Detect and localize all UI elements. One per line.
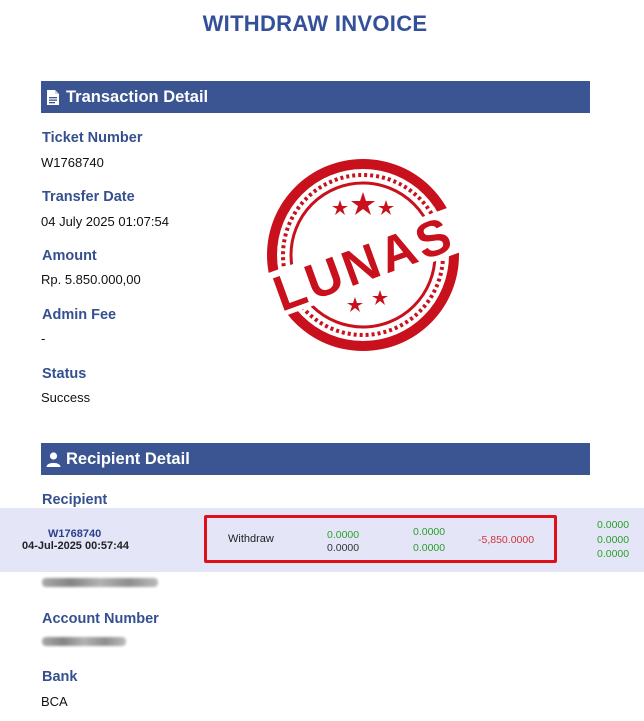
row-col1-value: 0.0000 (327, 529, 360, 541)
status-label: Status (42, 366, 87, 382)
row-type: Withdraw (228, 533, 274, 545)
row-col3-value: 0.0000 (597, 534, 630, 546)
row-col1-value: 0.0000 (327, 542, 360, 554)
bank-value: BCA (41, 694, 68, 709)
row-col2-value: 0.0000 (413, 542, 446, 554)
amount-label: Amount (42, 248, 97, 264)
account-number-label: Account Number (42, 611, 159, 627)
row-datetime: 04-Jul-2025 00:57:44 (22, 540, 130, 552)
transaction-detail-title: Transaction Detail (66, 87, 209, 106)
recipient-value-redacted (42, 578, 158, 587)
status-value: Success (41, 390, 91, 405)
transaction-detail-header: Transaction Detail (41, 81, 590, 113)
row-ticket-id[interactable]: W1768740 (48, 528, 101, 540)
admin-fee-value: - (41, 331, 46, 346)
row-col3-value: 0.0000 (597, 548, 630, 560)
bank-label: Bank (42, 669, 78, 685)
transfer-date-label: Transfer Date (42, 189, 135, 205)
row-col3-value: 0.0000 (597, 519, 630, 531)
admin-fee-label: Admin Fee (42, 307, 117, 323)
row-col2-value: 0.0000 (413, 526, 446, 538)
document-icon (45, 88, 61, 106)
ticket-number-value: W1768740 (41, 155, 104, 170)
account-number-value-redacted (42, 637, 126, 646)
user-icon (45, 450, 61, 468)
lunas-stamp: LUNAS (251, 150, 476, 360)
page-title: WITHDRAW INVOICE (202, 11, 428, 36)
recipient-detail-title: Recipient Detail (66, 449, 190, 468)
ticket-number-label: Ticket Number (42, 130, 143, 146)
recipient-label: Recipient (42, 492, 108, 508)
amount-value: Rp. 5.850.000,00 (41, 272, 141, 287)
row-amount: -5,850.0000 (478, 534, 535, 546)
transfer-date-value: 04 July 2025 01:07:54 (41, 214, 169, 229)
recipient-detail-header: Recipient Detail (41, 443, 590, 475)
